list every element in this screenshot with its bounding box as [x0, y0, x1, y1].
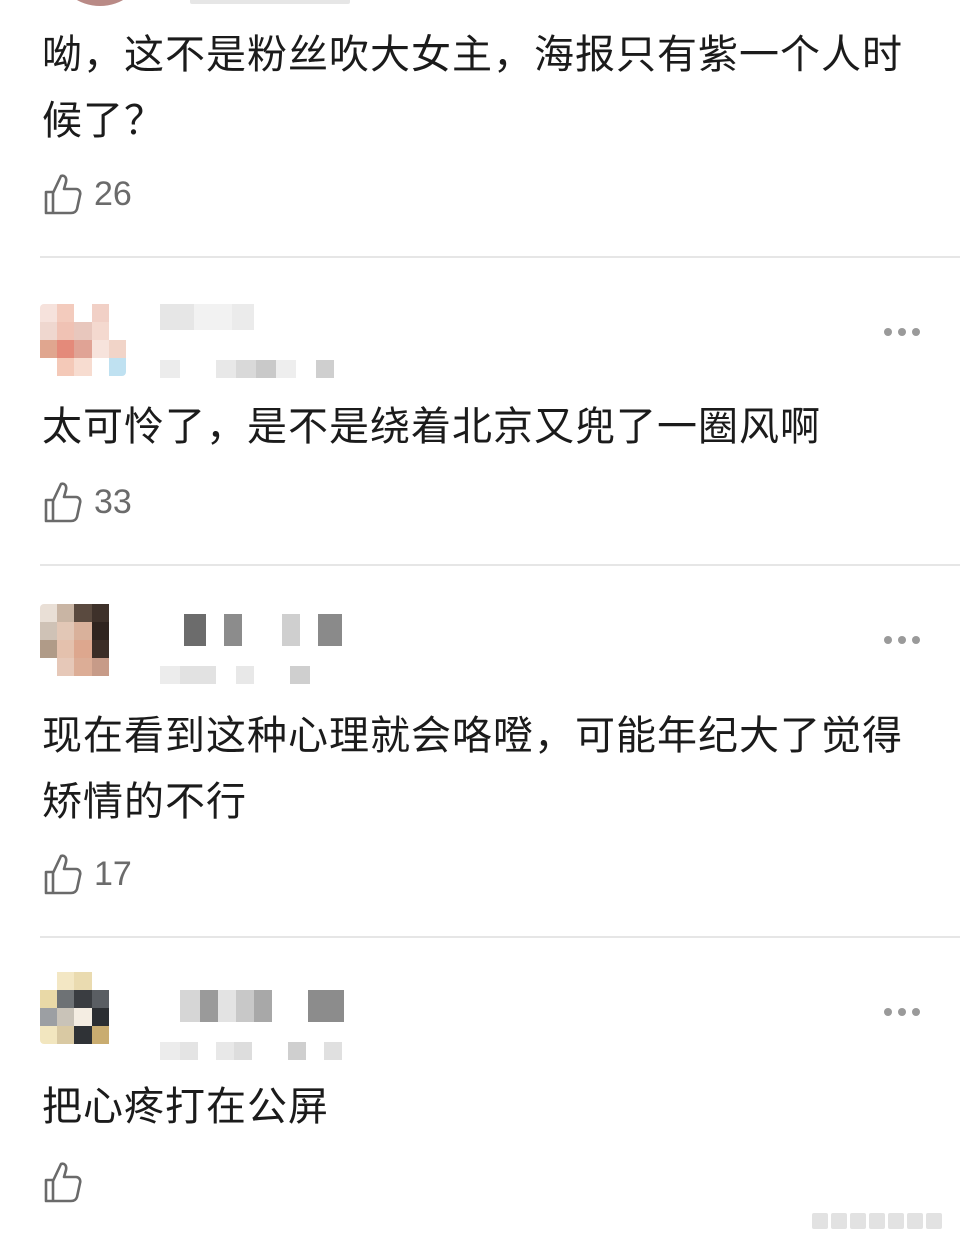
- thumbs-up-icon: [44, 1162, 82, 1203]
- username-blurred[interactable]: [160, 990, 344, 1022]
- cropped-header: [40, 0, 350, 8]
- thumbs-up-icon: [44, 174, 82, 215]
- watermark-blurred: [812, 1210, 952, 1232]
- divider: [40, 256, 960, 258]
- like-count: 33: [94, 482, 132, 521]
- more-dots-icon: [884, 636, 892, 644]
- avatar[interactable]: [40, 604, 126, 676]
- more-options-button[interactable]: [880, 1006, 920, 1018]
- avatar[interactable]: [40, 972, 126, 1044]
- thumbs-up-icon: [44, 482, 82, 523]
- username-blurred[interactable]: [160, 614, 342, 646]
- comment-text: 呦，这不是粉丝吹大女主，海报只有紫一个人时候了？: [42, 32, 903, 144]
- like-count: 17: [94, 854, 132, 893]
- more-options-button[interactable]: [880, 326, 920, 338]
- like-count: 26: [94, 174, 132, 213]
- like-button[interactable]: 26: [42, 170, 132, 218]
- like-button[interactable]: [42, 1158, 94, 1206]
- username-blurred[interactable]: [160, 304, 254, 330]
- comment-text: 现在看到这种心理就会咯噔，可能年纪大了觉得矫情的不行: [42, 713, 903, 825]
- comment-meta-blurred: [160, 360, 334, 378]
- avatar[interactable]: [60, 0, 140, 6]
- comment-meta-blurred: [160, 1042, 342, 1060]
- more-options-button[interactable]: [880, 634, 920, 646]
- comment-text: 太可怜了，是不是绕着北京又兜了一圈风啊: [42, 404, 821, 450]
- divider: [40, 564, 960, 566]
- comment-meta-blurred: [160, 666, 310, 684]
- like-button[interactable]: 17: [42, 850, 132, 898]
- thumbs-up-icon: [44, 854, 82, 895]
- more-dots-icon: [884, 1008, 892, 1016]
- comment-feed: 呦，这不是粉丝吹大女主，海报只有紫一个人时候了？ 26 太可怜了，是不是绕着北京…: [0, 0, 960, 1242]
- like-button[interactable]: 33: [42, 478, 132, 526]
- more-dots-icon: [884, 328, 892, 336]
- avatar[interactable]: [40, 304, 126, 376]
- divider: [40, 936, 960, 938]
- comment-text: 把心疼打在公屏: [42, 1084, 329, 1130]
- username-blurred[interactable]: [190, 0, 350, 4]
